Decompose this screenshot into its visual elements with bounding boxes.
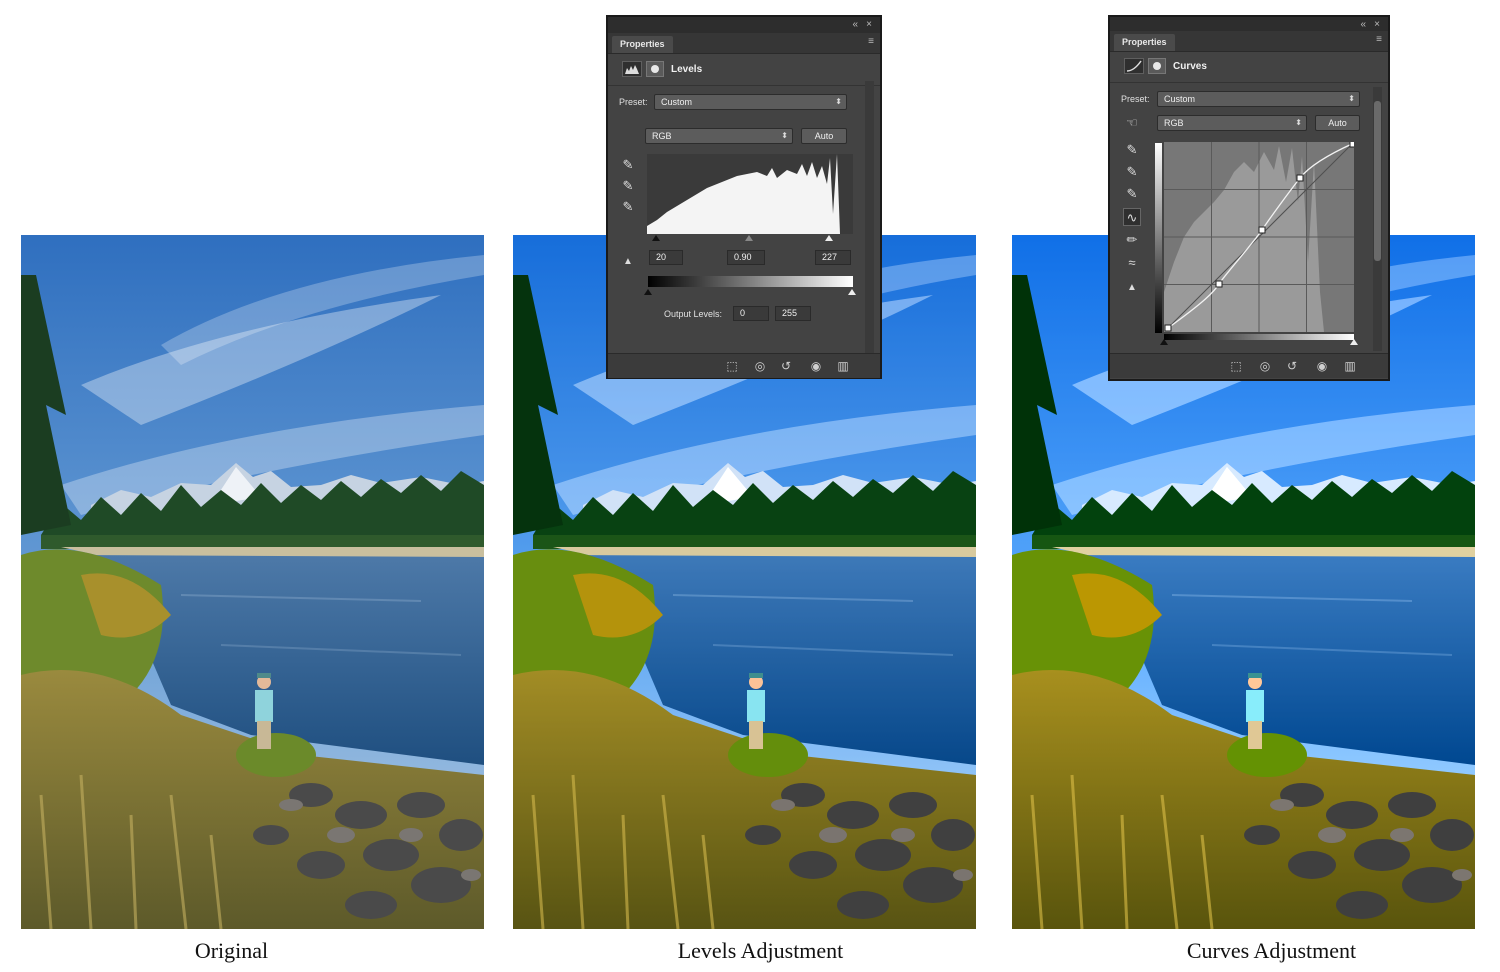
levels-histogram (647, 154, 853, 234)
channel-select[interactable]: RGB ⬍ (1157, 115, 1307, 131)
output-white-slider[interactable] (848, 289, 856, 295)
caption-original: Original (194, 938, 269, 963)
panel-menu-icon[interactable]: ≡ (868, 36, 874, 47)
tab-row: Properties ≡ (608, 33, 880, 54)
clipping-warning-icon[interactable]: ▲ (619, 253, 637, 271)
panel-header: Curves (1110, 52, 1388, 83)
panel-titlebar: « × (608, 17, 880, 33)
levels-adjustment-icon (622, 61, 642, 77)
reset-icon[interactable]: ↺ (778, 358, 794, 374)
input-black-field[interactable]: 20 (649, 250, 683, 265)
white-eyedropper-icon[interactable]: ✎ (619, 198, 637, 216)
white-eyedropper-icon[interactable]: ✎ (1123, 185, 1141, 203)
output-black-field[interactable]: 0 (733, 306, 769, 321)
gray-eyedropper-icon[interactable]: ✎ (619, 177, 637, 195)
preset-label: Preset: (1121, 94, 1150, 104)
delete-trash-icon[interactable]: ▥ (1342, 358, 1358, 374)
levels-properties-panel: « × Properties ≡ Levels Preset: Custom ⬍ … (606, 15, 882, 379)
close-icon[interactable]: × (866, 19, 872, 30)
curves-properties-panel: « × Properties ≡ Curves Preset: Custom ⬍ … (1108, 15, 1390, 381)
black-point-slider[interactable] (1160, 339, 1168, 345)
input-white-field[interactable]: 227 (815, 250, 851, 265)
scrollbar-thumb[interactable] (1374, 101, 1381, 261)
input-gradient-horizontal (1164, 334, 1354, 340)
output-levels-label: Output Levels: (664, 309, 723, 319)
channel-select[interactable]: RGB ⬍ (645, 128, 793, 144)
curves-adjustment-icon (1124, 58, 1144, 74)
caption-curves: Curves Adjustment (1186, 938, 1357, 963)
tab-row: Properties ≡ (1110, 31, 1388, 52)
select-arrow-icon: ⬍ (1295, 118, 1302, 127)
delete-trash-icon[interactable]: ▥ (835, 358, 851, 374)
tab-properties[interactable]: Properties (612, 36, 673, 53)
smooth-curve-icon[interactable]: ≈ (1123, 254, 1141, 272)
edit-points-icon[interactable]: ∿ (1123, 208, 1141, 226)
clip-to-layer-icon[interactable]: ⬚ (724, 358, 740, 374)
pencil-draw-icon[interactable]: ✏ (1123, 231, 1141, 249)
preset-select[interactable]: Custom ⬍ (1157, 91, 1360, 107)
input-gamma-field[interactable]: 0.90 (727, 250, 765, 265)
panel-bottom-bar: ⬚ ◎ ↺ ◉ ▥ (608, 353, 880, 378)
reset-icon[interactable]: ↺ (1284, 358, 1300, 374)
view-previous-icon[interactable]: ◎ (752, 358, 768, 374)
preset-label: Preset: (619, 97, 648, 107)
auto-button[interactable]: Auto (801, 128, 847, 144)
panel-bottom-bar: ⬚ ◎ ↺ ◉ ▥ (1110, 353, 1388, 378)
output-gradient-vertical (1155, 143, 1162, 333)
auto-button[interactable]: Auto (1315, 115, 1360, 131)
target-adjust-hand-icon[interactable]: ☜ (1123, 114, 1141, 132)
layer-mask-icon[interactable] (646, 61, 664, 77)
panel-scrollbar[interactable] (1373, 87, 1382, 351)
panel-title: Curves (1173, 61, 1207, 72)
visibility-eye-icon[interactable]: ◉ (1314, 358, 1330, 374)
select-arrow-icon: ⬍ (1348, 94, 1355, 103)
caption-levels: Levels Adjustment (677, 938, 844, 963)
close-icon[interactable]: × (1374, 19, 1380, 30)
gray-eyedropper-icon[interactable]: ✎ (1123, 163, 1141, 181)
output-white-field[interactable]: 255 (775, 306, 811, 321)
view-previous-icon[interactable]: ◎ (1257, 358, 1273, 374)
original-photo (21, 235, 484, 929)
input-gamma-slider[interactable] (745, 235, 753, 241)
collapse-icon[interactable]: « (1360, 19, 1366, 30)
panel-title: Levels (671, 64, 703, 75)
black-eyedropper-icon[interactable]: ✎ (1123, 141, 1141, 159)
output-gradient-bar (648, 276, 853, 287)
select-arrow-icon: ⬍ (781, 131, 788, 140)
panel-header: Levels (608, 55, 880, 86)
tab-properties[interactable]: Properties (1114, 34, 1175, 51)
clipping-warning-icon[interactable]: ▲ (1123, 279, 1141, 297)
clip-to-layer-icon[interactable]: ⬚ (1228, 358, 1244, 374)
input-white-slider[interactable] (825, 235, 833, 241)
output-black-slider[interactable] (644, 289, 652, 295)
preset-select[interactable]: Custom ⬍ (654, 94, 847, 110)
curves-graph[interactable] (1164, 140, 1357, 332)
white-point-slider[interactable] (1350, 339, 1358, 345)
select-arrow-icon: ⬍ (835, 97, 842, 106)
input-black-slider[interactable] (652, 235, 660, 241)
panel-menu-icon[interactable]: ≡ (1376, 34, 1382, 45)
black-eyedropper-icon[interactable]: ✎ (619, 156, 637, 174)
visibility-eye-icon[interactable]: ◉ (808, 358, 824, 374)
layer-mask-icon[interactable] (1148, 58, 1166, 74)
collapse-icon[interactable]: « (852, 19, 858, 30)
panel-scrollbar[interactable] (865, 81, 874, 353)
